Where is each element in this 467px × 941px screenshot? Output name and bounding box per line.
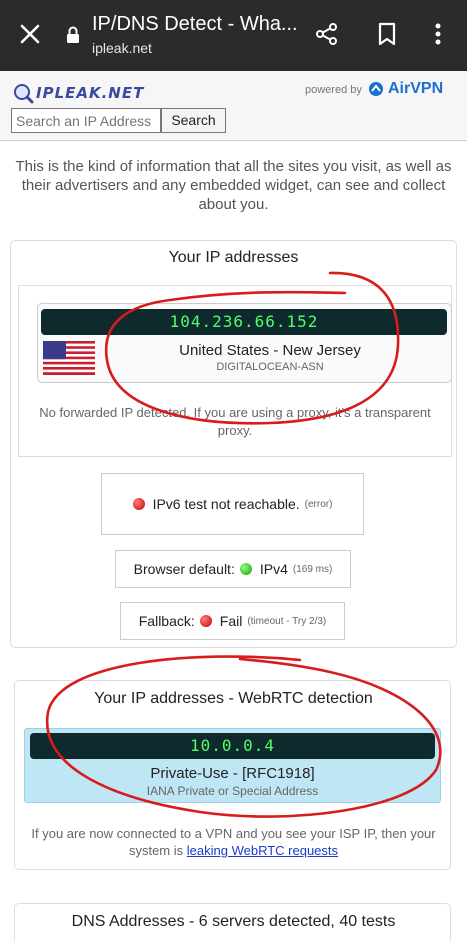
ipleak-logo[interactable]: IPLEAK.NET <box>12 81 144 105</box>
intro-text: This is the kind of information that all… <box>15 158 452 213</box>
lock-icon <box>67 26 79 43</box>
fallback-value: Fail <box>219 613 243 629</box>
page-title[interactable]: IP/DNS Detect - Wha... <box>92 13 298 36</box>
ipv6-test-label: IPv6 test not reachable. <box>152 496 300 512</box>
browser-default-note: (169 ms) <box>292 563 333 575</box>
webrtc-leak-link[interactable]: leaking WebRTC requests <box>187 843 338 858</box>
forwarded-ip-note: No forwarded IP detected. If you are usi… <box>39 405 431 438</box>
browser-default-label: Browser default: <box>133 561 235 577</box>
more-vert-icon[interactable] <box>430 20 446 48</box>
fallback-note: (timeout - Try 2/3) <box>247 615 327 627</box>
webrtc-vpn-note: If you are now connected to a VPN and yo… <box>20 825 447 859</box>
browser-default-value: IPv4 <box>259 561 288 577</box>
powered-by-label: powered by <box>305 84 362 96</box>
browser-default-status: Browser default: IPv4 (169 ms) <box>115 550 351 588</box>
ipv6-test-status: IPv6 test not reachable. (error) <box>101 473 364 535</box>
airvpn-icon <box>369 82 383 96</box>
logo-text: IPLEAK.NET <box>36 84 145 102</box>
green-status-dot-icon <box>239 563 252 575</box>
ipv6-test-note: (error) <box>304 498 333 510</box>
page-url[interactable]: ipleak.net <box>92 40 152 56</box>
red-status-dot-icon <box>199 615 212 627</box>
webrtc-title: Your IP addresses - WebRTC detection <box>94 690 373 707</box>
ip-asn: DIGITALOCEAN-ASN <box>216 361 324 373</box>
red-status-dot-icon <box>132 498 145 510</box>
dns-title: DNS Addresses - 6 servers detected, 40 t… <box>71 913 396 930</box>
close-icon[interactable] <box>16 20 44 48</box>
ip-addresses-title: Your IP addresses <box>168 249 299 266</box>
fallback-label: Fallback: <box>138 613 195 629</box>
fallback-status: Fallback: Fail (timeout - Try 2/3) <box>120 602 345 640</box>
webrtc-ip-note: IANA Private or Special Address <box>146 784 319 798</box>
ip-search-input[interactable] <box>11 108 161 133</box>
bookmark-icon[interactable] <box>373 20 401 48</box>
us-flag-icon <box>43 341 95 375</box>
public-ip-display[interactable]: 104.236.66.152 <box>41 309 447 335</box>
browser-toolbar: IP/DNS Detect - Wha... ipleak.net <box>0 0 467 71</box>
airvpn-logo[interactable]: AirVPN <box>368 80 443 98</box>
ip-location: United States - New Jersey <box>179 342 361 359</box>
webrtc-ip-display[interactable]: 10.0.0.4 <box>30 733 435 759</box>
airvpn-text: AirVPN <box>388 80 444 97</box>
site-header: IPLEAK.NET powered by AirVPN Search <box>0 71 467 141</box>
share-icon[interactable] <box>313 20 341 48</box>
search-button[interactable]: Search <box>161 108 226 133</box>
magnifier-logo-icon <box>14 84 34 104</box>
webrtc-ip-type: Private-Use - [RFC1918] <box>150 765 315 782</box>
